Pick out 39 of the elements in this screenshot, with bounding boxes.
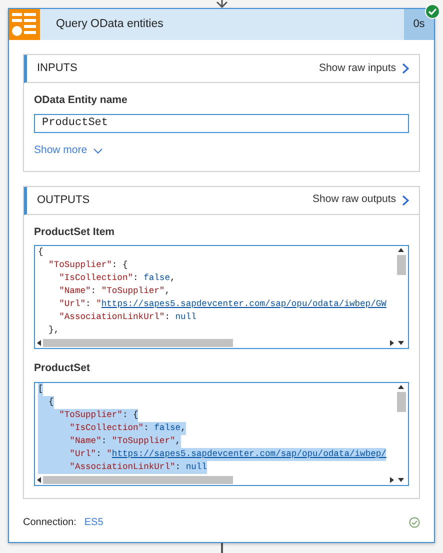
input-field[interactable]: ProductSet	[34, 114, 409, 133]
scroll-left-icon[interactable]	[37, 340, 41, 346]
code-editor[interactable]: [ { "ToSupplier": { "IsCollection": false, "Name": "ToSupplier", "Url": "https://sapes5.sapdevcenter.com/sap/opu/odata/iwbep/ "AssociationLinkUrl": null	[34, 382, 409, 486]
list-icon	[11, 11, 38, 38]
chevron-down-icon	[93, 148, 104, 154]
scroll-up-icon[interactable]	[398, 248, 404, 252]
scroll-left-icon[interactable]	[37, 477, 41, 483]
chevron-right-icon	[402, 194, 409, 206]
field-label: ProductSet	[34, 361, 92, 376]
scrollbar-thumb[interactable]	[43, 476, 233, 484]
code-line: "IsCollection": false,	[58, 272, 176, 286]
section-heading: INPUTS	[37, 61, 78, 76]
show-raw-link[interactable]: Show raw inputs	[318, 60, 409, 76]
scrollbar-thumb[interactable]	[397, 255, 406, 276]
scroll-down-icon[interactable]	[398, 478, 404, 482]
code-line: "AssociationLinkUrl": null	[58, 311, 196, 324]
code-line: "ToSupplier": {	[48, 259, 128, 272]
scroll-right-icon[interactable]	[390, 340, 394, 346]
scrollbar-thumb[interactable]	[397, 392, 406, 412]
code-line: },	[48, 324, 60, 338]
duration-label: 0s	[413, 17, 425, 32]
connection-link[interactable]: ES5	[84, 517, 104, 528]
code-line: {	[38, 246, 44, 260]
code-line: "Url": "https://sapes5.sapdevcenter.com/sap/opu/odata/iwbep/GW	[58, 298, 386, 312]
down-arrow-icon	[216, 0, 228, 8]
scrollbar-thumb[interactable]	[43, 339, 233, 348]
scroll-down-icon[interactable]	[398, 341, 404, 346]
code-editor[interactable]: { "ToSupplier": { "IsCollection": false, "Name": "ToSupplier", "Url": "https://sapes5.sapdevcenter.com/sap/opu/odata/iwbep/GW "AssociationLinkUrl": null },	[34, 245, 409, 350]
chevron-right-icon	[402, 63, 409, 74]
scroll-right-icon[interactable]	[390, 477, 394, 483]
scroll-up-icon[interactable]	[398, 385, 404, 389]
action-title: Query OData entities	[56, 16, 164, 32]
field-label: OData Entity name	[34, 93, 128, 108]
field-label: ProductSet Item	[34, 224, 116, 240]
show-more-link[interactable]: Show more	[34, 142, 104, 158]
section-heading: OUTPUTS	[37, 192, 90, 208]
show-raw-link[interactable]: Show raw outputs	[312, 192, 409, 208]
connection-label: Connection:	[23, 517, 76, 528]
code-line: "Name": "ToSupplier",	[58, 285, 170, 298]
